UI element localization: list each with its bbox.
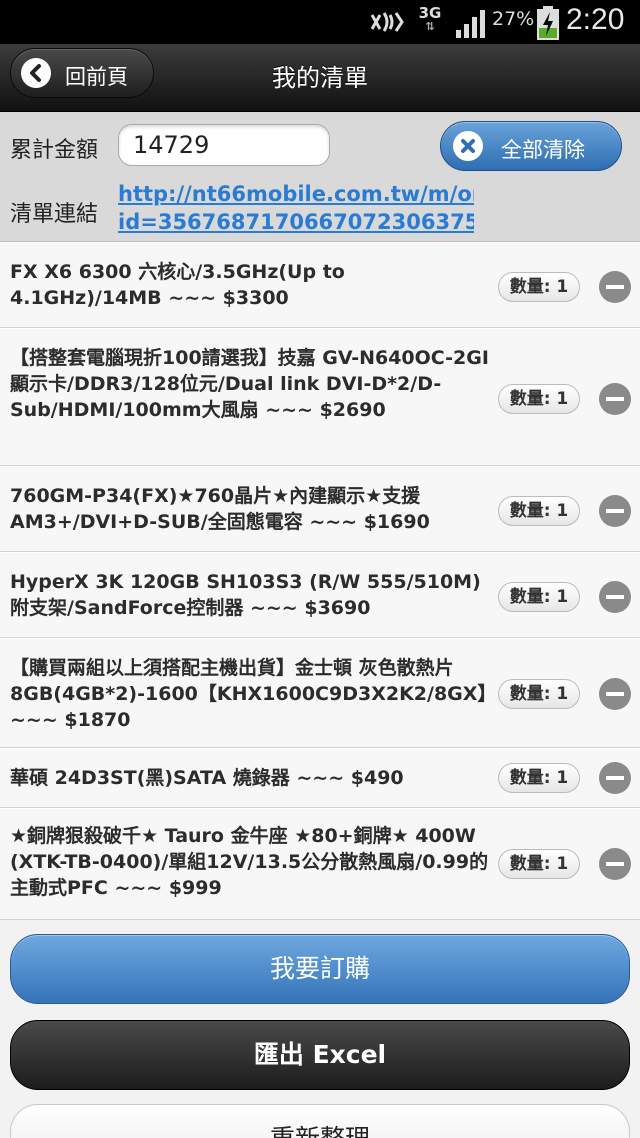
quantity-badge[interactable]: 數量: 1 — [498, 272, 580, 302]
list-link-line1: http://nt66mobile.com.tw/m/ord — [118, 182, 474, 206]
total-amount-label: 累計金額 — [10, 138, 99, 163]
quantity-badge[interactable]: 數量: 1 — [498, 496, 580, 526]
list-item: 華碩 24D3ST(黑)SATA 燒錄器 ~~~ $490 數量: 1 — [0, 748, 640, 808]
status-bar: 3G ⇅ 27% 2:20 — [0, 0, 640, 44]
list-link[interactable]: http://nt66mobile.com.tw/m/ord id=356768… — [118, 180, 474, 240]
quantity-badge[interactable]: 數量: 1 — [498, 384, 580, 414]
quantity-badge[interactable]: 數量: 1 — [498, 763, 580, 793]
battery-charging-icon — [537, 6, 559, 40]
remove-icon[interactable] — [598, 382, 632, 416]
item-description: 760GM-P34(FX)★760晶片★內建顯示★支援AM3+/DVI+D-SU… — [10, 485, 430, 533]
remove-icon[interactable] — [598, 270, 632, 304]
list-item: HyperX 3K 120GB SH103S3 (R/W 555/510M) 附… — [0, 552, 640, 638]
clear-all-label: 全部清除 — [501, 138, 585, 162]
wifi-icon — [370, 12, 404, 32]
summary-panel: 累計金額 14729 全部清除 清單連結 http://nt66mobile.c… — [0, 112, 640, 242]
list-link-line2: id=356768717066707230637531 — [118, 210, 474, 234]
item-description: ★銅牌狠殺破千★ Tauro 金牛座 ★80+銅牌★ 400W (XTK-TB-… — [10, 825, 489, 899]
item-description: 華碩 24D3ST(黑)SATA 燒錄器 ~~~ $490 — [10, 767, 404, 789]
remove-icon[interactable] — [598, 677, 632, 711]
refresh-button[interactable]: 重新整理 — [10, 1104, 630, 1138]
export-excel-button[interactable]: 匯出 Excel — [10, 1020, 630, 1090]
item-description: 【購買兩組以上須搭配主機出貨】金士頓 灰色散熱片 8GB(4GB*2)-1600… — [10, 657, 497, 731]
network-type: 3G ⇅ — [416, 5, 444, 33]
remove-icon[interactable] — [598, 761, 632, 795]
item-description: HyperX 3K 120GB SH103S3 (R/W 555/510M) 附… — [10, 571, 481, 619]
item-description: 【搭整套電腦現折100請選我】技嘉 GV-N640OC-2GI 顯示卡/DDR3… — [10, 347, 489, 421]
list-item: 【購買兩組以上須搭配主機出貨】金士頓 灰色散熱片 8GB(4GB*2)-1600… — [0, 638, 640, 748]
list-item: 【搭整套電腦現折100請選我】技嘉 GV-N640OC-2GI 顯示卡/DDR3… — [0, 328, 640, 466]
page-title: 我的清單 — [272, 64, 368, 92]
signal-icon — [456, 10, 485, 38]
battery-percent: 27% — [492, 8, 535, 30]
order-button[interactable]: 我要訂購 — [10, 934, 630, 1004]
quantity-badge[interactable]: 數量: 1 — [498, 849, 580, 879]
quantity-badge[interactable]: 數量: 1 — [498, 582, 580, 612]
data-arrows-icon: ⇅ — [425, 20, 435, 33]
app-header: 回前頁 我的清單 — [0, 44, 640, 112]
list-item: 760GM-P34(FX)★760晶片★內建顯示★支援AM3+/DVI+D-SU… — [0, 466, 640, 552]
item-description: FX X6 6300 六核心/3.5GHz(Up to 4.1GHz)/14MB… — [10, 261, 345, 309]
list-link-label: 清單連結 — [10, 202, 99, 227]
total-amount-field[interactable]: 14729 — [118, 124, 330, 166]
remove-icon[interactable] — [598, 580, 632, 614]
clock: 2:20 — [566, 3, 625, 36]
clear-all-button[interactable]: 全部清除 — [440, 121, 622, 171]
quantity-badge[interactable]: 數量: 1 — [498, 679, 580, 709]
list-item: ★銅牌狠殺破千★ Tauro 金牛座 ★80+銅牌★ 400W (XTK-TB-… — [0, 808, 640, 920]
close-icon — [453, 131, 483, 161]
remove-icon[interactable] — [598, 494, 632, 528]
remove-icon[interactable] — [598, 847, 632, 881]
list-item: FX X6 6300 六核心/3.5GHz(Up to 4.1GHz)/14MB… — [0, 242, 640, 328]
